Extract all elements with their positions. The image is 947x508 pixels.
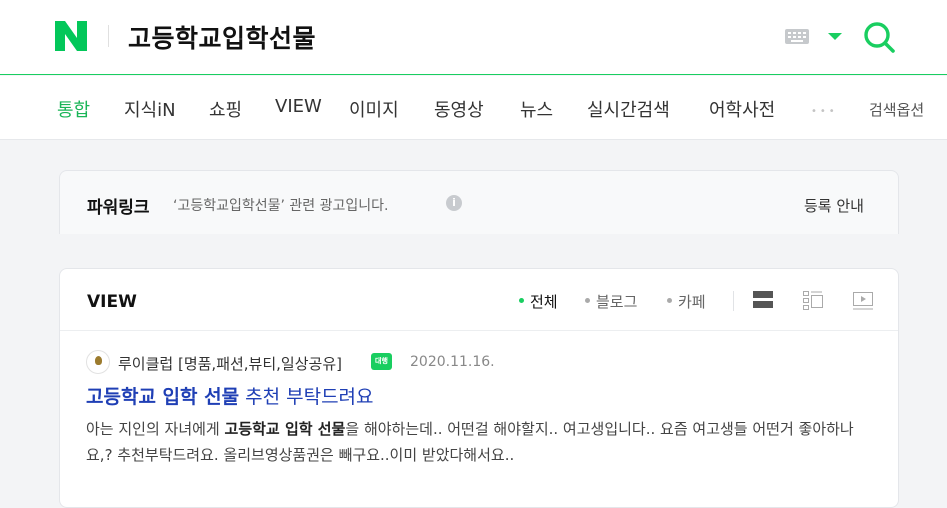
divider: [108, 25, 109, 47]
blog-author-link[interactable]: 루이클럽 [명품,패션,뷰티,일상공유]: [118, 353, 342, 374]
tab-kin[interactable]: 지식iN: [124, 96, 176, 122]
filter-cafe[interactable]: 카페: [667, 291, 706, 312]
search-header: 고등학교입학선물: [0, 0, 947, 75]
view-section-title: VIEW: [87, 292, 137, 312]
post-title-rest: 추천 부탁드려요: [239, 386, 374, 408]
more-tabs-icon[interactable]: •••: [811, 106, 838, 117]
profile-logo-icon: [95, 356, 102, 365]
search-tabs: 통합 지식iN 쇼핑 VIEW 이미지 동영상 뉴스 실시간검색 어학사전 ••…: [0, 76, 947, 140]
post-snippet[interactable]: 아는 지인의 자녀에게 고등학교 입학 선물을 해야하는데.. 어떤걸 해야할지…: [86, 416, 876, 468]
tab-realtime[interactable]: 실시간검색: [587, 96, 670, 122]
divider: [60, 330, 898, 331]
filter-label: 블로그: [596, 293, 638, 311]
bullet-icon: [519, 298, 524, 303]
divider: [733, 291, 734, 311]
post-date: 2020.11.16.: [410, 354, 495, 370]
tab-integrated[interactable]: 통합: [57, 96, 90, 122]
powerlink-section: 파워링크 ‘고등학교입학선물’ 관련 광고입니다. i 등록 안내: [59, 170, 899, 234]
powerlink-description: ‘고등학교입학선물’ 관련 광고입니다.: [173, 198, 389, 214]
info-icon[interactable]: i: [446, 195, 462, 211]
bullet-icon: [585, 298, 590, 303]
tab-dictionary[interactable]: 어학사전: [709, 96, 775, 122]
post-title-link[interactable]: 고등학교 입학 선물 추천 부탁드려요: [86, 382, 374, 409]
video-view-icon[interactable]: [852, 289, 874, 311]
snippet-highlight: 고등학교 입학 선물: [224, 420, 346, 438]
powerlink-title: 파워링크: [87, 198, 150, 218]
post-title-highlight: 고등학교 입학 선물: [86, 386, 240, 408]
search-options-button[interactable]: 검색옵션: [869, 99, 924, 120]
keyboard-icon[interactable]: [785, 29, 809, 44]
list-view-icon[interactable]: [802, 289, 824, 311]
filter-label: 카페: [678, 293, 706, 311]
ad-register-link[interactable]: 등록 안내: [804, 195, 864, 216]
status-badge: 대행: [371, 353, 392, 370]
autocomplete-toggle-icon[interactable]: [828, 33, 842, 40]
tab-news[interactable]: 뉴스: [520, 96, 553, 122]
snippet-text: 아는 지인의 자녀에게: [86, 420, 225, 438]
search-icon[interactable]: [862, 20, 896, 54]
search-query-input[interactable]: 고등학교입학선물: [128, 19, 316, 55]
avatar[interactable]: [86, 350, 110, 374]
tab-shopping[interactable]: 쇼핑: [209, 96, 242, 122]
filter-label: 전체: [530, 293, 558, 311]
filter-blog[interactable]: 블로그: [585, 291, 637, 312]
card-view-icon[interactable]: [752, 289, 774, 311]
bullet-icon: [667, 298, 672, 303]
view-section: VIEW 전체 블로그 카페 루이클럽 [명품,패션,뷰티,일상공유] 대행 2…: [59, 268, 899, 508]
naver-logo[interactable]: [55, 21, 87, 51]
filter-all[interactable]: 전체: [519, 291, 558, 312]
tab-video[interactable]: 동영상: [434, 96, 484, 122]
tab-image[interactable]: 이미지: [349, 96, 399, 122]
tab-view[interactable]: VIEW: [275, 96, 322, 117]
